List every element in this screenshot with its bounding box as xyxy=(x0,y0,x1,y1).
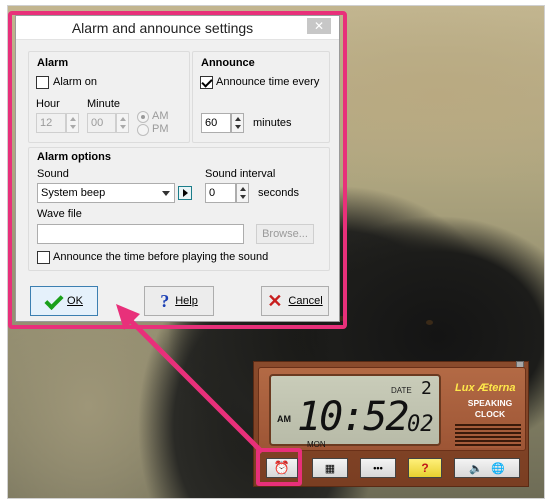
lcd-display: DATE 2 AM 10:52 02 MON xyxy=(269,374,441,449)
lcd-ampm: AM xyxy=(277,414,291,424)
globe-icon: 🌐 xyxy=(491,462,505,475)
keypad-button[interactable]: ▦ xyxy=(312,458,348,478)
clock-face: DATE 2 AM 10:52 02 MON Lux Æterna SPEAKI… xyxy=(258,367,526,451)
lcd-weekday: MON xyxy=(307,440,326,449)
clock-help-button[interactable]: ? xyxy=(408,458,442,478)
speaker-grille xyxy=(455,424,521,448)
brand-subtitle: SPEAKING CLOCK xyxy=(467,398,513,419)
brand-logo: Lux Æterna xyxy=(455,382,516,394)
lcd-day: 2 xyxy=(421,378,432,399)
speaker-icon: 🔈 xyxy=(469,462,483,475)
keypad-icon: ▦ xyxy=(324,462,336,475)
lcd-time: 10:52 xyxy=(297,394,409,440)
alarm-button-highlight xyxy=(256,448,302,486)
more-button[interactable]: ••• xyxy=(360,458,396,478)
clock-help-icon: ? xyxy=(421,461,429,475)
lcd-seconds: 02 xyxy=(407,412,434,437)
more-icon: ••• xyxy=(373,463,383,473)
speaker-globe-button[interactable]: 🔈 🌐 xyxy=(454,458,520,478)
dialog-highlight xyxy=(8,11,347,329)
dog-eye-right xyxy=(426,320,433,325)
